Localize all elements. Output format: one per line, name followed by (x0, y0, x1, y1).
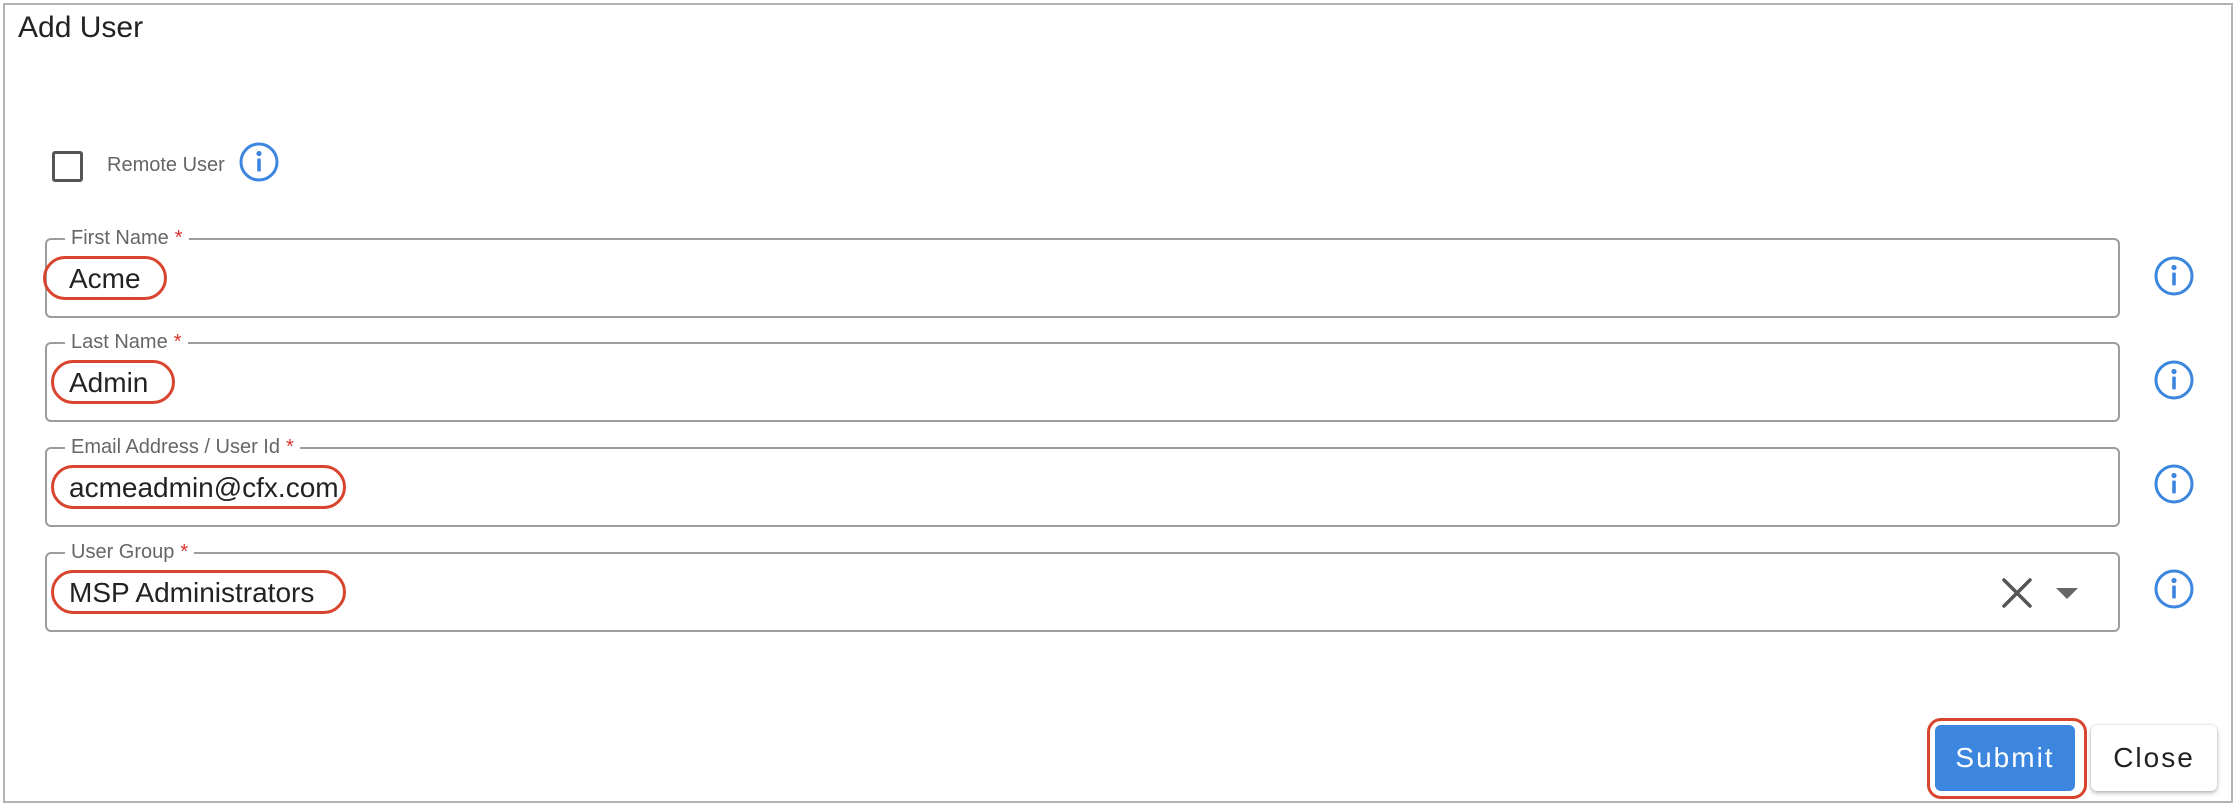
email-input[interactable]: acmeadmin@cfx.com (69, 471, 339, 505)
remote-user-info-icon[interactable] (238, 141, 280, 183)
submit-button[interactable]: Submit (1935, 725, 2075, 791)
clear-icon[interactable] (1998, 574, 2036, 612)
required-mark: * (174, 227, 183, 249)
remote-user-label: Remote User (107, 154, 225, 176)
user-group-info-icon[interactable] (2153, 568, 2195, 610)
first-name-field[interactable]: First Name * Acme (43, 225, 2120, 318)
required-mark: * (180, 541, 189, 563)
user-group-select[interactable]: User Group * MSP Administrators (45, 539, 2120, 632)
add-user-dialog: Add User Remote User First Name * Acme La… (3, 3, 2233, 803)
email-label: Email Address / User Id * (65, 434, 300, 460)
dropdown-caret-icon[interactable] (2056, 588, 2078, 599)
close-button[interactable]: Close (2091, 725, 2217, 791)
user-group-value[interactable]: MSP Administrators (69, 576, 314, 610)
email-field[interactable]: Email Address / User Id * acmeadmin@cfx.c… (45, 434, 2120, 527)
user-group-label: User Group * (65, 539, 195, 565)
last-name-label: Last Name * (65, 329, 188, 355)
last-name-input[interactable]: Admin (69, 366, 148, 400)
last-name-info-icon[interactable] (2153, 359, 2195, 401)
dialog-title: Add User (18, 11, 144, 44)
required-mark: * (285, 436, 294, 458)
first-name-label: First Name * (65, 225, 189, 251)
required-mark: * (173, 331, 182, 353)
email-info-icon[interactable] (2153, 463, 2195, 505)
first-name-info-icon[interactable] (2153, 255, 2195, 297)
first-name-input[interactable]: Acme (69, 262, 141, 296)
last-name-field[interactable]: Last Name * Admin (45, 329, 2120, 422)
remote-user-checkbox[interactable] (52, 151, 83, 182)
